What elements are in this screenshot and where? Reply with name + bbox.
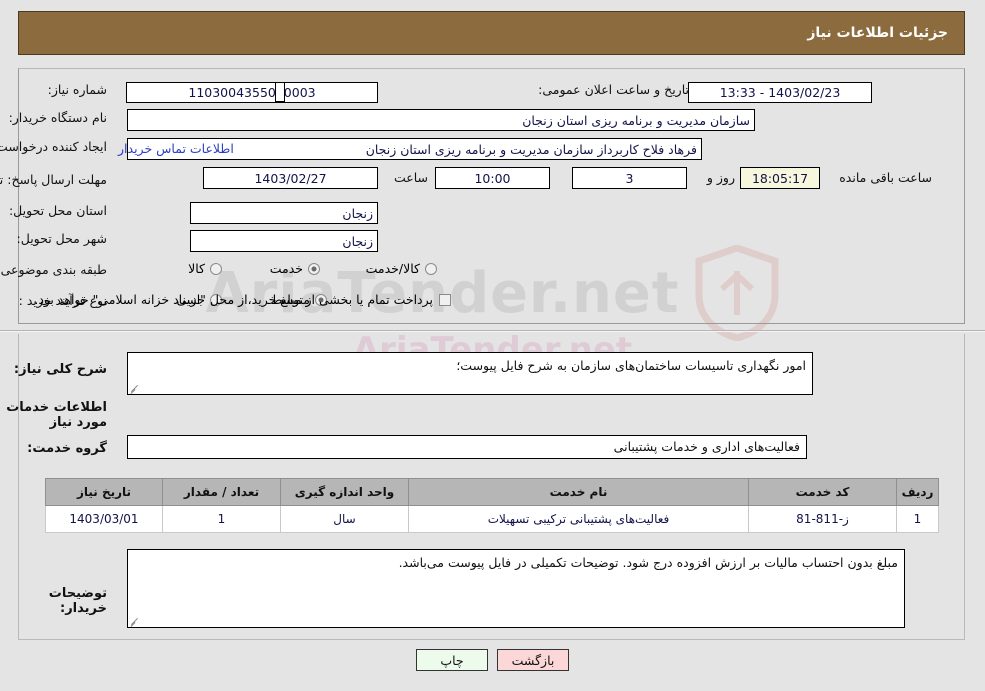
page-title-bar: جزئیات اطلاعات نیاز <box>18 11 965 55</box>
buyer-notes-textarea[interactable]: مبلغ بدون احتساب مالیات بر ارزش افزوده د… <box>127 549 905 628</box>
general-desc-textarea[interactable]: امور نگهداری تاسیسات ساختمان‌های سازمان … <box>127 352 813 395</box>
general-desc-value: امور نگهداری تاسیسات ساختمان‌های سازمان … <box>456 358 806 373</box>
creator-label: ایجاد کننده درخواست: <box>0 139 107 154</box>
need-number-label: شماره نیاز: <box>47 82 107 97</box>
province-label: استان محل تحویل: <box>8 203 107 218</box>
cell-row: 1 <box>896 505 939 533</box>
general-desc-label: شرح کلی نیاز: <box>13 362 107 377</box>
column-header-qty: تعداد / مقدار <box>162 478 281 506</box>
buyer-org-value: سازمان مدیریت و برنامه ریزی استان زنجان <box>127 109 755 131</box>
cell-code: ز-811-81 <box>748 505 897 533</box>
section-divider <box>0 330 985 332</box>
need-summary-panel <box>18 68 965 324</box>
footer-buttons: بازگشت چاپ <box>0 649 985 671</box>
page-title: جزئیات اطلاعات نیاز <box>807 25 948 41</box>
treasury-checkbox-label: پرداخت تمام یا بخشی از مبلغ خرید،از محل … <box>34 292 433 307</box>
deadline-label-wrap: مهلت ارسال پاسخ: تا تاریخ: <box>0 168 107 190</box>
category-label: طبقه بندی موضوعی: <box>0 262 107 277</box>
column-header-name: نام خدمت <box>408 478 749 506</box>
back-button[interactable]: بازگشت <box>497 649 569 671</box>
column-header-row: ردیف <box>896 478 939 506</box>
treasury-checkbox[interactable] <box>439 293 451 306</box>
buyer-notes-label: توضیحات خریدار: <box>48 586 107 616</box>
city-value: زنجان <box>190 230 378 252</box>
cell-date: 1403/03/01 <box>45 505 163 533</box>
service-group-label: گروه خدمت: <box>27 441 107 456</box>
need-number-label-wrap: شماره نیاز: <box>48 82 107 99</box>
remaining-time-value: 18:05:17 <box>740 167 820 189</box>
table-row: 1 ز-811-81 فعالیت‌های پشتیبانی ترکیبی تس… <box>45 505 939 533</box>
remaining-time-label: ساعت باقی مانده <box>839 170 932 185</box>
announce-datetime-label: تاریخ و ساعت اعلان عمومی: <box>538 82 689 97</box>
category-option-goods[interactable]: کالا <box>186 261 225 276</box>
cell-unit: سال <box>280 505 409 533</box>
province-value: زنجان <box>190 202 378 224</box>
treasury-checkbox-option[interactable]: پرداخت تمام یا بخشی از مبلغ خرید،از محل … <box>32 292 455 307</box>
city-label-wrap: شهر محل تحویل: <box>17 231 107 248</box>
category-radio-service[interactable] <box>308 262 320 275</box>
column-header-code: کد خدمت <box>748 478 897 506</box>
buyer-contact-link[interactable]: اطلاعات تماس خریدار <box>118 141 234 156</box>
print-button[interactable]: چاپ <box>416 649 488 671</box>
remaining-days-label: روز و <box>706 170 735 185</box>
deadline-date-value: 1403/02/27 <box>203 167 378 189</box>
buyer-org-label: نام دستگاه خریدار: <box>8 110 107 125</box>
category-option-goods-service-label: کالا/خدمت <box>365 261 420 276</box>
service-items-table: ردیف کد خدمت نام خدمت واحد اندازه گیری ت… <box>45 478 939 533</box>
category-option-service-label: خدمت <box>269 261 303 276</box>
column-header-date: تاریخ نیاز <box>45 478 163 506</box>
table-header-row: ردیف کد خدمت نام خدمت واحد اندازه گیری ت… <box>45 478 939 506</box>
category-option-service[interactable]: خدمت <box>268 261 323 276</box>
buyer-org-label-wrap: نام دستگاه خریدار: <box>9 110 107 127</box>
page-root: جزئیات اطلاعات نیاز AriaTender.net AriaT… <box>0 0 985 691</box>
resize-grip-icon[interactable] <box>130 383 140 393</box>
service-group-value-box: فعالیت‌های اداری و خدمات پشتیبانی <box>127 435 807 459</box>
category-option-goods-label: کالا <box>188 261 205 276</box>
resize-grip-icon-notes[interactable] <box>130 616 140 626</box>
buyer-notes-value: مبلغ بدون احتساب مالیات بر ارزش افزوده د… <box>398 555 898 570</box>
deadline-label: مهلت ارسال پاسخ: تا تاریخ: <box>0 172 107 187</box>
province-label-wrap: استان محل تحویل: <box>9 203 107 220</box>
announce-datetime-label-wrap: تاریخ و ساعت اعلان عمومی: <box>538 82 689 99</box>
deadline-time-value: 10:00 <box>435 167 550 189</box>
category-radio-goods-service[interactable] <box>425 262 437 275</box>
category-option-goods-service[interactable]: کالا/خدمت <box>364 261 440 276</box>
cell-name: فعالیت‌های پشتیبانی ترکیبی تسهیلات <box>408 505 749 533</box>
need-number-value: 1103004355000003 <box>126 82 378 103</box>
announce-datetime-value: 1403/02/23 - 13:33 <box>688 82 872 103</box>
category-radio-goods[interactable] <box>210 262 222 275</box>
services-info-heading: اطلاعات خدمات مورد نیاز <box>6 400 107 430</box>
deadline-hour-label: ساعت <box>393 170 428 185</box>
remaining-days-value: 3 <box>572 167 687 189</box>
category-label-wrap: طبقه بندی موضوعی: <box>0 262 107 279</box>
city-label: شهر محل تحویل: <box>16 231 107 246</box>
cell-qty: 1 <box>162 505 281 533</box>
service-group-value: فعالیت‌های اداری و خدمات پشتیبانی <box>613 439 800 454</box>
creator-label-wrap: ایجاد کننده درخواست: <box>0 139 107 156</box>
column-header-unit: واحد اندازه گیری <box>280 478 409 506</box>
